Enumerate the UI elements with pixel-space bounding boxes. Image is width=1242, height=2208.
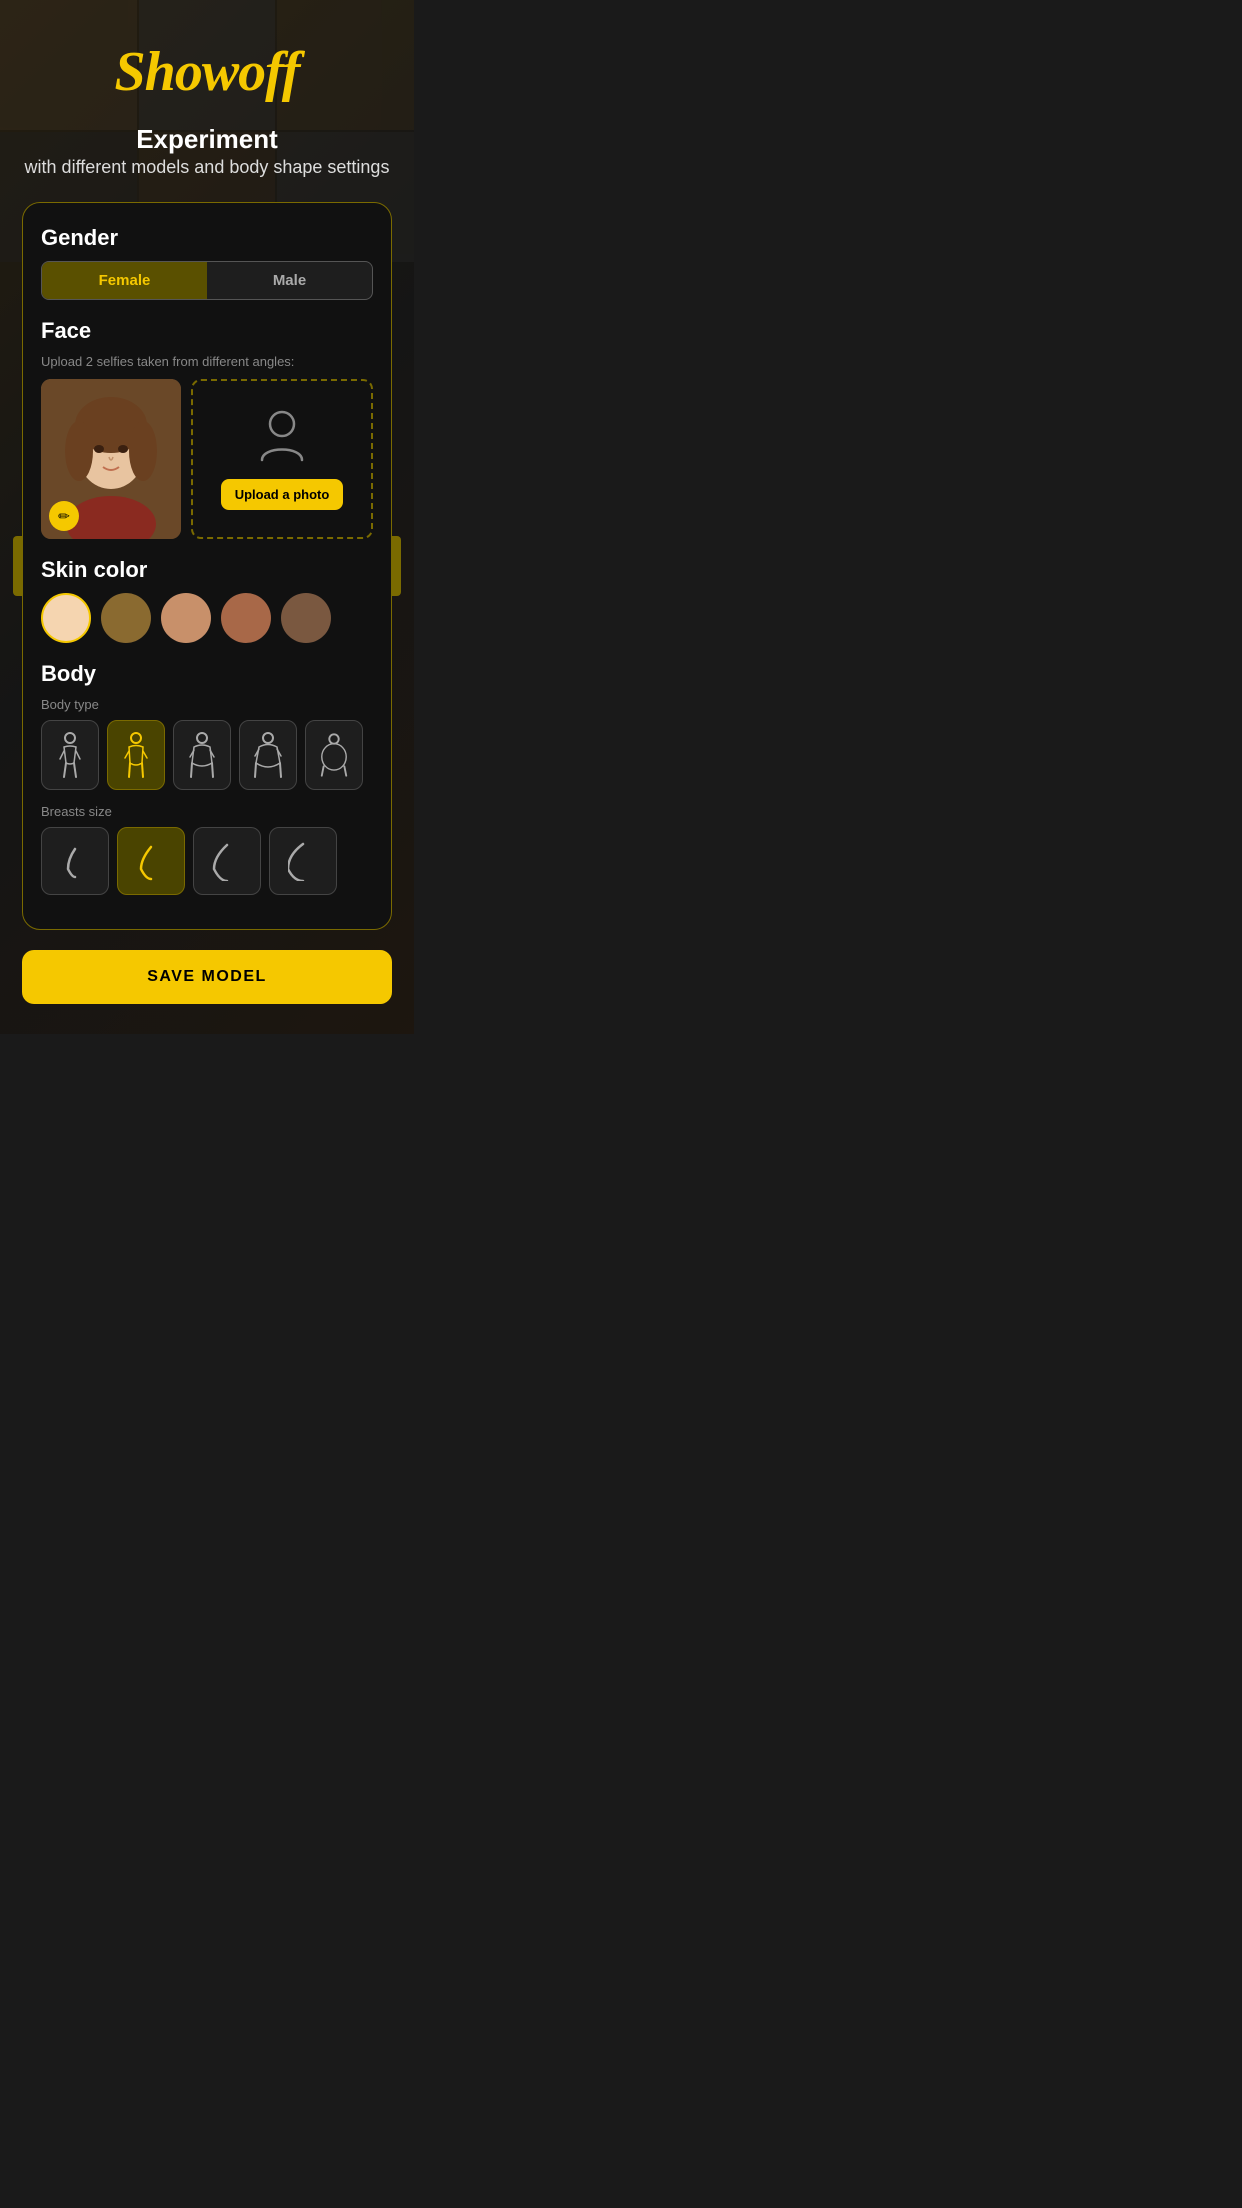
body-type-slim[interactable] xyxy=(41,720,99,790)
edit-icon: ✏ xyxy=(58,508,70,525)
upload-photo-button[interactable]: Upload a photo xyxy=(221,479,344,510)
gender-toggle: Female Male xyxy=(41,261,373,300)
person-placeholder-icon xyxy=(258,408,306,469)
skin-swatch-0[interactable] xyxy=(41,593,91,643)
headline-block: Experiment with different models and bod… xyxy=(9,124,406,178)
headline-sub: with different models and body shape set… xyxy=(25,157,390,178)
edit-photo-button[interactable]: ✏ xyxy=(49,501,79,531)
breast-size-row xyxy=(41,827,373,895)
breast-size-xlarge[interactable] xyxy=(269,827,337,895)
breast-size-small[interactable] xyxy=(41,827,109,895)
breast-size-large[interactable] xyxy=(193,827,261,895)
app-title: Showoff xyxy=(115,40,300,104)
settings-card: Gender Female Male Face Upload 2 selfies… xyxy=(22,202,392,930)
face-subtitle: Upload 2 selfies taken from different an… xyxy=(41,354,373,369)
skin-swatch-1[interactable] xyxy=(101,593,151,643)
gender-female-button[interactable]: Female xyxy=(42,262,207,299)
skin-swatch-2[interactable] xyxy=(161,593,211,643)
skin-swatch-4[interactable] xyxy=(281,593,331,643)
body-type-plus2[interactable] xyxy=(305,720,363,790)
body-type-section: Body type xyxy=(41,697,373,790)
body-label: Body xyxy=(41,661,373,687)
body-type-row xyxy=(41,720,373,790)
gender-label: Gender xyxy=(41,225,373,251)
headline-main: Experiment xyxy=(25,124,390,155)
breast-size-medium[interactable] xyxy=(117,827,185,895)
face-photo-uploaded: ✏ xyxy=(41,379,181,539)
gender-male-button[interactable]: Male xyxy=(207,262,372,299)
body-type-label: Body type xyxy=(41,697,373,712)
face-label: Face xyxy=(41,318,373,344)
body-type-average[interactable] xyxy=(107,720,165,790)
body-type-curvy[interactable] xyxy=(173,720,231,790)
skin-swatch-3[interactable] xyxy=(221,593,271,643)
skin-color-label: Skin color xyxy=(41,557,373,583)
skin-color-swatches xyxy=(41,593,373,643)
face-photo-empty[interactable]: Upload a photo xyxy=(191,379,373,539)
face-photos-row: ✏ Upload a photo xyxy=(41,379,373,539)
body-type-plus1[interactable] xyxy=(239,720,297,790)
breasts-size-label: Breasts size xyxy=(41,804,373,819)
save-model-button[interactable]: SAVE MODEL xyxy=(22,950,392,1004)
breasts-size-section: Breasts size xyxy=(41,804,373,895)
